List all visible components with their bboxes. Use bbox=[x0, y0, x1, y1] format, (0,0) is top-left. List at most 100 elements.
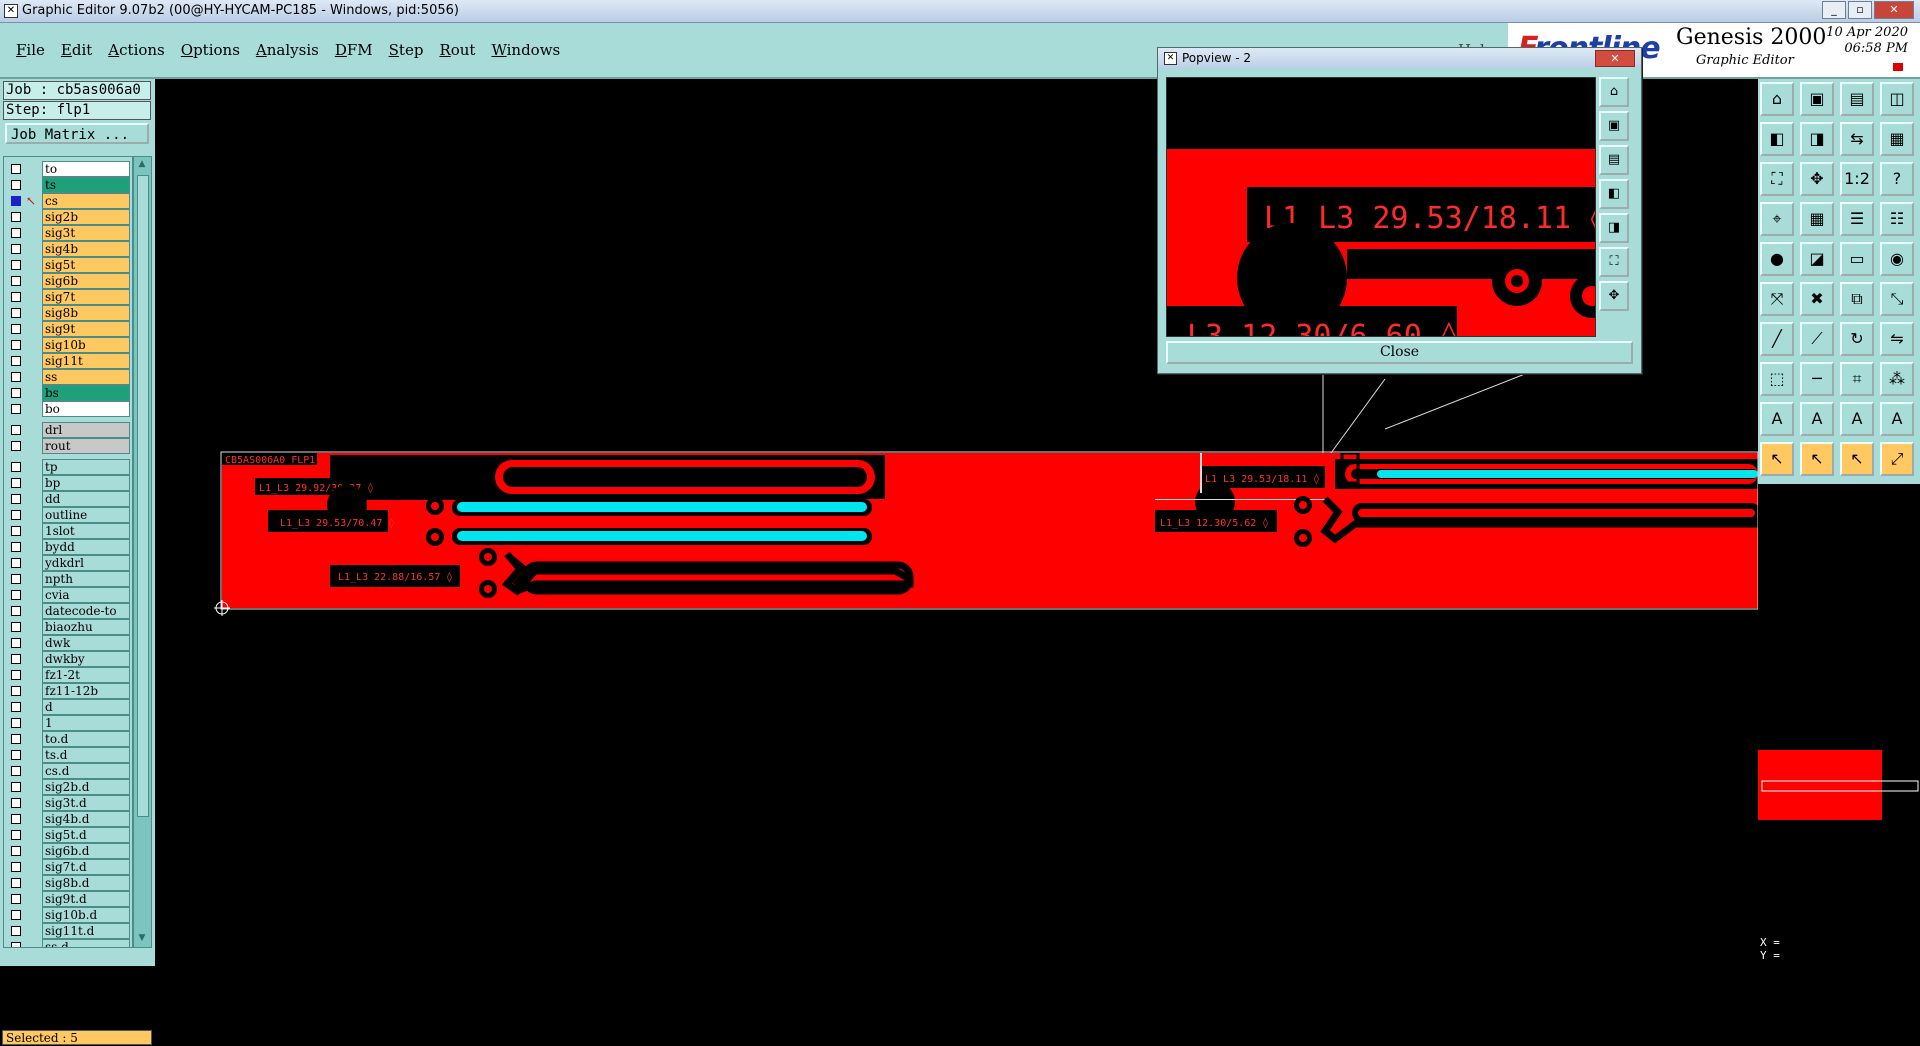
layer-name[interactable]: bs bbox=[42, 385, 130, 401]
layer-checkbox[interactable] bbox=[11, 574, 21, 584]
scroll-up-icon[interactable]: ▲ bbox=[136, 159, 148, 171]
layer-row-sig5t.d[interactable]: sig5t.d bbox=[4, 827, 132, 843]
layer-row-1[interactable]: 1 bbox=[4, 715, 132, 731]
layer-name[interactable]: rout bbox=[42, 438, 130, 454]
layer-checkbox[interactable] bbox=[11, 894, 21, 904]
popview-center-icon[interactable]: ✥ bbox=[1599, 281, 1629, 311]
layer-row-sig9t.d[interactable]: sig9t.d bbox=[4, 891, 132, 907]
layer-checkbox[interactable] bbox=[11, 814, 21, 824]
layer-name[interactable]: sig9t.d bbox=[42, 891, 130, 907]
copy-icon[interactable]: ⧉ bbox=[1840, 282, 1874, 316]
layer-name[interactable]: sig2b.d bbox=[42, 779, 130, 795]
layer-row-sig8b[interactable]: sig8b bbox=[4, 305, 132, 321]
text-icon[interactable]: A bbox=[1760, 402, 1794, 436]
layer-checkbox[interactable] bbox=[11, 798, 21, 808]
text-edit-icon[interactable]: A bbox=[1800, 402, 1834, 436]
layer-row-bs[interactable]: bs bbox=[4, 385, 132, 401]
layer-checkbox[interactable] bbox=[11, 404, 21, 414]
move-icon[interactable]: ⤧ bbox=[1760, 282, 1794, 316]
layer-row-sig10b[interactable]: sig10b bbox=[4, 337, 132, 353]
layer-name[interactable]: ss bbox=[42, 369, 130, 385]
layer-name[interactable]: sig6b.d bbox=[42, 843, 130, 859]
menu-analysis[interactable]: Analysis bbox=[248, 41, 327, 59]
layer-name[interactable]: dwk bbox=[42, 635, 130, 651]
layer-name[interactable]: datecode-to bbox=[42, 603, 130, 619]
layer-name[interactable]: sig10b bbox=[42, 337, 130, 353]
menu-edit[interactable]: Edit bbox=[53, 41, 100, 59]
layer-row-dwkby[interactable]: dwkby bbox=[4, 651, 132, 667]
scroll-down-icon[interactable]: ▼ bbox=[136, 933, 148, 945]
layer-name[interactable]: sig8b bbox=[42, 305, 130, 321]
add-line-icon[interactable]: ◪ bbox=[1800, 242, 1834, 276]
menu-options[interactable]: Options bbox=[173, 41, 248, 59]
layer-checkbox[interactable] bbox=[11, 510, 21, 520]
layer-row-biaozhu[interactable]: biaozhu bbox=[4, 619, 132, 635]
layer-checkbox[interactable] bbox=[11, 670, 21, 680]
layer-name[interactable]: sig4b.d bbox=[42, 811, 130, 827]
layer-checkbox[interactable] bbox=[11, 260, 21, 270]
rotate-icon[interactable]: ↻ bbox=[1840, 322, 1874, 356]
layer-checkbox[interactable] bbox=[11, 388, 21, 398]
layer-row-sig2b.d[interactable]: sig2b.d bbox=[4, 779, 132, 795]
layer-name[interactable]: ts bbox=[42, 177, 130, 193]
layer-name[interactable]: 1slot bbox=[42, 523, 130, 539]
layer-name[interactable]: sig5t bbox=[42, 257, 130, 273]
layer-checkbox[interactable] bbox=[11, 846, 21, 856]
layer-checkbox[interactable] bbox=[11, 942, 21, 947]
layer-checkbox[interactable] bbox=[11, 276, 21, 286]
layer-name[interactable]: sig11t.d bbox=[42, 923, 130, 939]
flip-icon[interactable]: ⇆ bbox=[1840, 122, 1874, 156]
layer-row-ss.d[interactable]: ss.d bbox=[4, 939, 132, 947]
select-area-icon[interactable]: ⬚ bbox=[1760, 362, 1794, 396]
center-icon[interactable]: ✥ bbox=[1800, 162, 1834, 196]
menu-actions[interactable]: Actions bbox=[100, 41, 172, 59]
layer-name[interactable]: 1 bbox=[42, 715, 130, 731]
layer-name[interactable]: fz1-2t bbox=[42, 667, 130, 683]
layer-checkbox[interactable] bbox=[11, 180, 21, 190]
layer-row-to[interactable]: to bbox=[4, 161, 132, 177]
layer-row-to.d[interactable]: to.d bbox=[4, 731, 132, 747]
layer-checkbox[interactable] bbox=[11, 308, 21, 318]
add-feature-icon[interactable]: ─ bbox=[1800, 362, 1834, 396]
delete-icon[interactable]: ✖ bbox=[1800, 282, 1834, 316]
layer-checkbox[interactable] bbox=[11, 526, 21, 536]
layer-checkbox[interactable] bbox=[11, 686, 21, 696]
popview-zoom-in-icon[interactable]: ▣ bbox=[1599, 111, 1629, 141]
layer-row-fz1-2t[interactable]: fz1-2t bbox=[4, 667, 132, 683]
layer-row-sig10b.d[interactable]: sig10b.d bbox=[4, 907, 132, 923]
popview-fit-icon[interactable]: ⛶ bbox=[1599, 247, 1629, 277]
layer-row-cs[interactable]: ↖ cs bbox=[4, 193, 132, 209]
popview-pan-right-icon[interactable]: ◨ bbox=[1599, 213, 1629, 243]
layer-row-bo[interactable]: bo bbox=[4, 401, 132, 417]
layer-row-sig11t.d[interactable]: sig11t.d bbox=[4, 923, 132, 939]
layer-row-dd[interactable]: dd bbox=[4, 491, 132, 507]
layer-name[interactable]: sig5t.d bbox=[42, 827, 130, 843]
layer-name[interactable]: sig9t bbox=[42, 321, 130, 337]
table-icon[interactable]: ▦ bbox=[1800, 202, 1834, 236]
layer-row-sig8b.d[interactable]: sig8b.d bbox=[4, 875, 132, 891]
layer-row-sig7t.d[interactable]: sig7t.d bbox=[4, 859, 132, 875]
layer-name[interactable]: outline bbox=[42, 507, 130, 523]
layer-checkbox[interactable] bbox=[11, 356, 21, 366]
layer-row-sig3t.d[interactable]: sig3t.d bbox=[4, 795, 132, 811]
layer-row-sig5t[interactable]: sig5t bbox=[4, 257, 132, 273]
layer-name[interactable]: ydkdrl bbox=[42, 555, 130, 571]
maximize-button[interactable]: ▫ bbox=[1848, 1, 1872, 19]
layer-checkbox[interactable] bbox=[11, 926, 21, 936]
menu-step[interactable]: Step bbox=[381, 41, 432, 59]
layer-row-cvia[interactable]: cvia bbox=[4, 587, 132, 603]
layer-checkbox[interactable] bbox=[11, 782, 21, 792]
layer-row-sig4b[interactable]: sig4b bbox=[4, 241, 132, 257]
popview-close-icon[interactable]: ✕ bbox=[1595, 50, 1635, 67]
layer-row-sig2b[interactable]: sig2b bbox=[4, 209, 132, 225]
measure-icon[interactable]: ▭ bbox=[1840, 242, 1874, 276]
mirror-icon[interactable]: ⇋ bbox=[1880, 322, 1914, 356]
select-all-icon[interactable]: ⤢ bbox=[1880, 442, 1914, 476]
layer-name[interactable]: to bbox=[42, 161, 130, 177]
select-sym-icon[interactable]: ↖ bbox=[1840, 442, 1874, 476]
snap-icon[interactable]: ⌖ bbox=[1760, 202, 1794, 236]
layer-row-sig9t[interactable]: sig9t bbox=[4, 321, 132, 337]
layer-checkbox[interactable] bbox=[11, 324, 21, 334]
layer-row-drl[interactable]: drl bbox=[4, 422, 132, 438]
pan-left-icon[interactable]: ◧ bbox=[1760, 122, 1794, 156]
